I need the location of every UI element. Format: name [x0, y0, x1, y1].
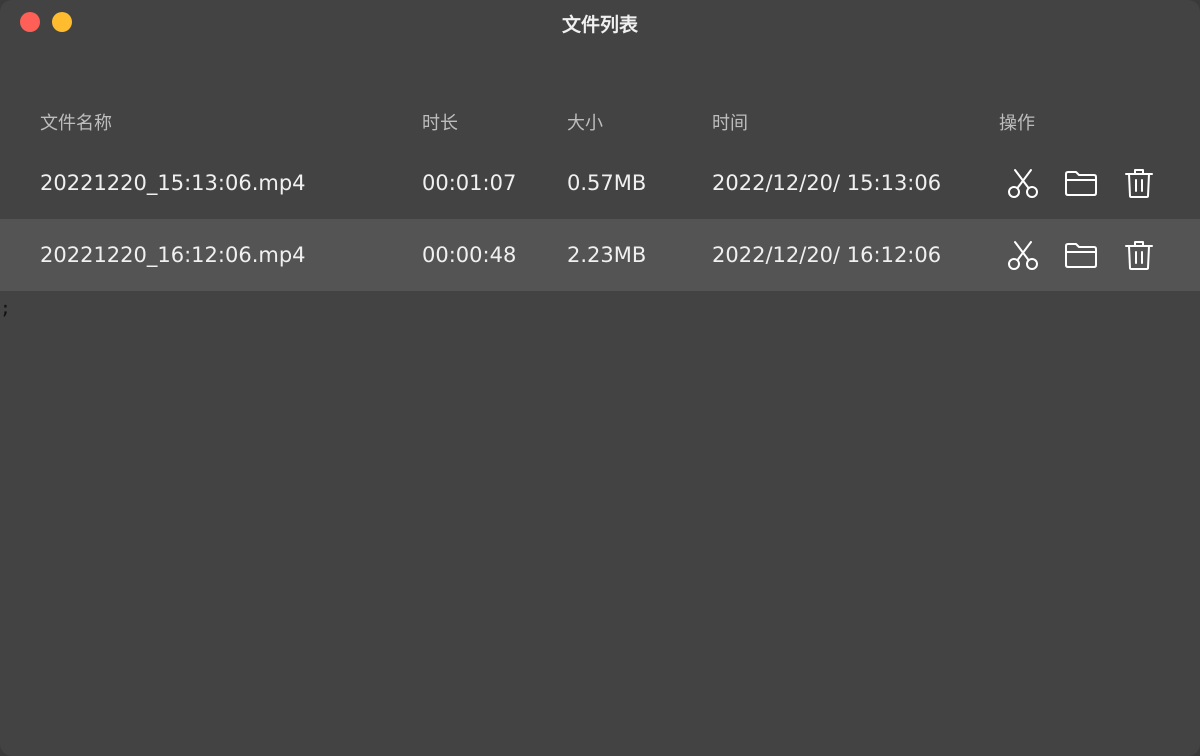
- file-duration: 00:00:48: [422, 243, 517, 267]
- file-time: 2022/12/20/ 15:13:06: [712, 171, 942, 195]
- file-name: 20221220_15:13:06.mp4: [40, 171, 306, 195]
- column-header-time[interactable]: 时间: [712, 104, 748, 140]
- open-folder-button[interactable]: [1062, 236, 1100, 274]
- file-size: 0.57MB: [567, 171, 647, 195]
- scissors-icon: [1008, 169, 1038, 198]
- scissors-icon: [1008, 241, 1038, 270]
- open-folder-button[interactable]: [1062, 164, 1100, 202]
- file-list-window: 文件列表 文件名称 时长 大小 时间 操作 20221220_15:13:06.…: [0, 0, 1200, 756]
- table-row[interactable]: 20221220_15:13:06.mp4 00:01:07 0.57MB 20…: [0, 147, 1200, 219]
- cut-button[interactable]: [1004, 236, 1042, 274]
- row-actions: [1004, 219, 1178, 291]
- column-header-name[interactable]: 文件名称: [40, 104, 112, 140]
- file-name: 20221220_16:12:06.mp4: [40, 243, 306, 267]
- column-header-size[interactable]: 大小: [567, 104, 603, 140]
- column-header-duration[interactable]: 时长: [422, 104, 458, 140]
- column-header-actions: 操作: [999, 113, 1035, 134]
- table-row[interactable]: 20221220_16:12:06.mp4 00:00:48 2.23MB 20…: [0, 219, 1200, 291]
- file-size: 2.23MB: [567, 243, 647, 267]
- file-time: 2022/12/20/ 16:12:06: [712, 243, 942, 267]
- folder-icon: [1065, 171, 1097, 196]
- trash-icon: [1125, 241, 1153, 270]
- stray-text: ;: [0, 298, 11, 319]
- folder-icon: [1065, 243, 1097, 268]
- title-bar[interactable]: 文件列表: [0, 0, 1200, 46]
- row-actions: [1004, 147, 1178, 219]
- file-duration: 00:01:07: [422, 171, 517, 195]
- window-title: 文件列表: [561, 14, 638, 36]
- cut-button[interactable]: [1004, 164, 1042, 202]
- trash-icon: [1125, 169, 1153, 198]
- delete-button[interactable]: [1120, 164, 1158, 202]
- table-header: 文件名称 时长 大小 时间 操作: [0, 104, 1200, 140]
- delete-button[interactable]: [1120, 236, 1158, 274]
